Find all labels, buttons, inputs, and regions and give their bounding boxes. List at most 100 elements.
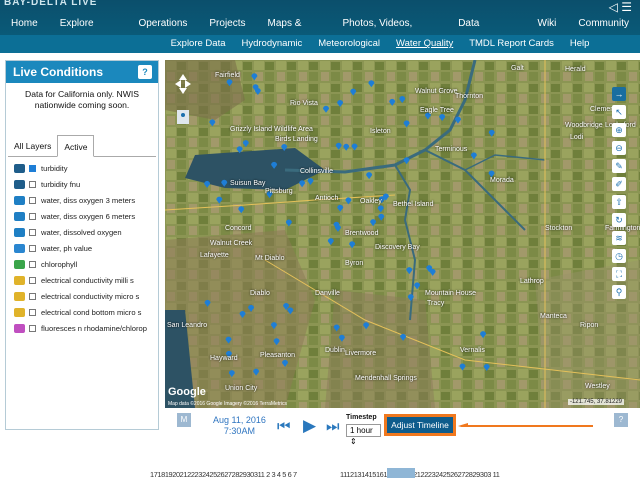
skip-forward-icon[interactable]: ⏭	[326, 418, 340, 435]
place-label: Pleasanton	[260, 352, 296, 359]
timestep-select[interactable]: 1 hour ⇕	[346, 424, 381, 446]
map-attribution: Map data ©2016 Google Imagery ©2016 Terr…	[168, 401, 288, 407]
layer-item[interactable]: water, diss oxygen 3 meters	[6, 192, 158, 208]
panel-title: Live Conditions	[13, 65, 103, 79]
subnav-meteorological[interactable]: Meteorological	[310, 35, 388, 53]
fullscreen-icon[interactable]: ⛶	[612, 267, 626, 281]
layer-item[interactable]: turbidity	[6, 160, 158, 176]
nav-home[interactable]: Home	[0, 15, 49, 35]
layer-item[interactable]: electrical conductivity micro s	[6, 288, 158, 304]
place-label: Thornton	[455, 93, 484, 100]
place-label: Lathrop	[520, 278, 544, 285]
subnav-water-quality[interactable]: Water Quality	[388, 35, 461, 53]
place-label: Eagle Tree	[420, 107, 454, 114]
place-label: Mendenhall Springs	[355, 375, 417, 382]
ticks-right: 1112131415161718192021222324252627282930…	[339, 470, 500, 479]
layer-icon	[14, 227, 25, 237]
map-view[interactable]: Fairfield Rio Vista Walnut Grove Thornton Ga…	[165, 60, 640, 408]
place-label: Walnut Grove	[415, 88, 458, 95]
callout-arrow-icon	[458, 423, 593, 427]
measure-icon[interactable]: ✐	[612, 177, 626, 191]
subnav-tmdl-report-cards[interactable]: TMDL Report Cards	[461, 35, 562, 53]
adjust-timeline-button[interactable]: Adjust Timeline	[384, 414, 456, 436]
google-logo: Google	[168, 386, 206, 398]
tab-all-layers[interactable]: All Layers	[8, 135, 57, 156]
layers-icon[interactable]: ≋	[612, 231, 626, 245]
nav-data-catalog[interactable]: Data Catalog	[447, 15, 526, 47]
nav-operations[interactable]: Operations	[127, 15, 198, 35]
zoom-in-icon[interactable]: ⊕	[612, 123, 626, 137]
layer-item[interactable]: electrical conductivity milli s	[6, 272, 158, 288]
tab-active[interactable]: Active	[57, 135, 95, 157]
panel-note: Data for California only. NWIS nationwid…	[25, 89, 139, 110]
place-label: Byron	[345, 260, 364, 267]
layer-label: water, diss oxygen 6 meters	[41, 211, 136, 221]
place-label: Herald	[565, 66, 586, 73]
skip-back-icon[interactable]: ⏮	[277, 418, 291, 435]
search-icon[interactable]: ⚲	[612, 285, 626, 299]
menu-icon[interactable]: ☰	[621, 0, 632, 14]
layer-item[interactable]: water, dissolved oxygen	[6, 224, 158, 240]
draw-icon[interactable]: ✎	[612, 159, 626, 173]
layer-checkbox[interactable]	[29, 180, 36, 188]
place-label: Birds Landing	[275, 136, 318, 143]
ticks-left: 1718192021222324252627282930311 2 3 4 5 …	[150, 470, 297, 479]
timeline-window[interactable]	[387, 468, 415, 478]
layer-checkbox[interactable]	[29, 196, 36, 204]
refresh-icon[interactable]: ↻	[612, 213, 626, 227]
layer-label: water, ph value	[41, 243, 93, 253]
timeline-help-button[interactable]: ?	[614, 413, 628, 427]
layer-item[interactable]: fluoresces n rhodamine/chlorop	[6, 320, 158, 336]
place-label: San Leandro	[167, 322, 208, 329]
layer-item[interactable]: water, ph value	[6, 240, 158, 256]
layer-checkbox[interactable]	[29, 308, 36, 316]
layer-label: water, diss oxygen 3 meters	[41, 195, 136, 205]
play-icon[interactable]: ▶	[303, 416, 316, 436]
layer-item[interactable]: electrical cond bottom micro s	[6, 304, 158, 320]
pan-zoom-control[interactable]	[173, 72, 193, 132]
timeline-ticks[interactable]: 1718192021222324252627282930311 2 3 4 5 …	[150, 470, 500, 479]
layer-checkbox[interactable]	[29, 292, 36, 300]
coordinate-readout: -121.745, 37.81229	[567, 399, 624, 405]
place-label: Livermore	[345, 350, 377, 357]
pointer-icon[interactable]: ↖	[612, 105, 626, 119]
layer-item[interactable]: chlorophyll	[6, 256, 158, 272]
nav-wiki[interactable]: Wiki	[527, 15, 568, 35]
collapse-icon[interactable]: →	[612, 87, 626, 101]
layer-checkbox[interactable]	[29, 228, 36, 236]
user-icon[interactable]: ◁	[609, 0, 618, 14]
current-time: 7:30AM	[223, 426, 255, 436]
layer-checkbox[interactable]	[29, 276, 36, 284]
nav-maps-gis[interactable]: Maps & GIS	[257, 15, 332, 47]
layer-label: electrical conductivity micro s	[41, 291, 140, 301]
nav-projects[interactable]: Projects	[198, 15, 256, 35]
place-label: Stockton	[545, 225, 573, 232]
layer-icon	[14, 211, 25, 221]
place-label: Diablo	[250, 290, 270, 297]
layer-icon	[14, 291, 25, 301]
layer-checkbox[interactable]	[29, 164, 36, 172]
nav-explore-data[interactable]: Explore Data	[49, 15, 128, 47]
subnav-help[interactable]: Help	[562, 35, 598, 53]
subnav-explore-data[interactable]: Explore Data	[163, 35, 234, 53]
site-logo[interactable]: BAY-DELTA LIVE	[4, 0, 97, 8]
layer-checkbox[interactable]	[29, 244, 36, 252]
panel-help-button[interactable]: ?	[138, 65, 152, 79]
m-button[interactable]: M	[177, 413, 191, 427]
layer-item[interactable]: water, diss oxygen 6 meters	[6, 208, 158, 224]
layer-icon	[14, 259, 25, 269]
layer-checkbox[interactable]	[29, 260, 36, 268]
map-toolbar: → ↖ ⊕ ⊖ ✎ ✐ ⇧ ↻ ≋ ◷ ⛶ ⚲	[612, 87, 628, 303]
subnav-hydrodynamic[interactable]: Hydrodynamic	[234, 35, 311, 53]
layer-icon	[14, 243, 25, 253]
zoom-out-icon[interactable]: ⊖	[612, 141, 626, 155]
current-date: Aug 11, 2016	[213, 415, 266, 425]
nav-photos-videos-docs[interactable]: Photos, Videos, Docs	[331, 15, 447, 47]
layer-checkbox[interactable]	[29, 212, 36, 220]
top-banner: BAY-DELTA LIVE ◁ ☰ Home Explore Data Ope…	[0, 0, 640, 47]
layer-item[interactable]: turbidity fnu	[6, 176, 158, 192]
nav-community[interactable]: Community	[567, 15, 640, 35]
clock-icon[interactable]: ◷	[612, 249, 626, 263]
upload-icon[interactable]: ⇧	[612, 195, 626, 209]
layer-checkbox[interactable]	[29, 324, 36, 332]
